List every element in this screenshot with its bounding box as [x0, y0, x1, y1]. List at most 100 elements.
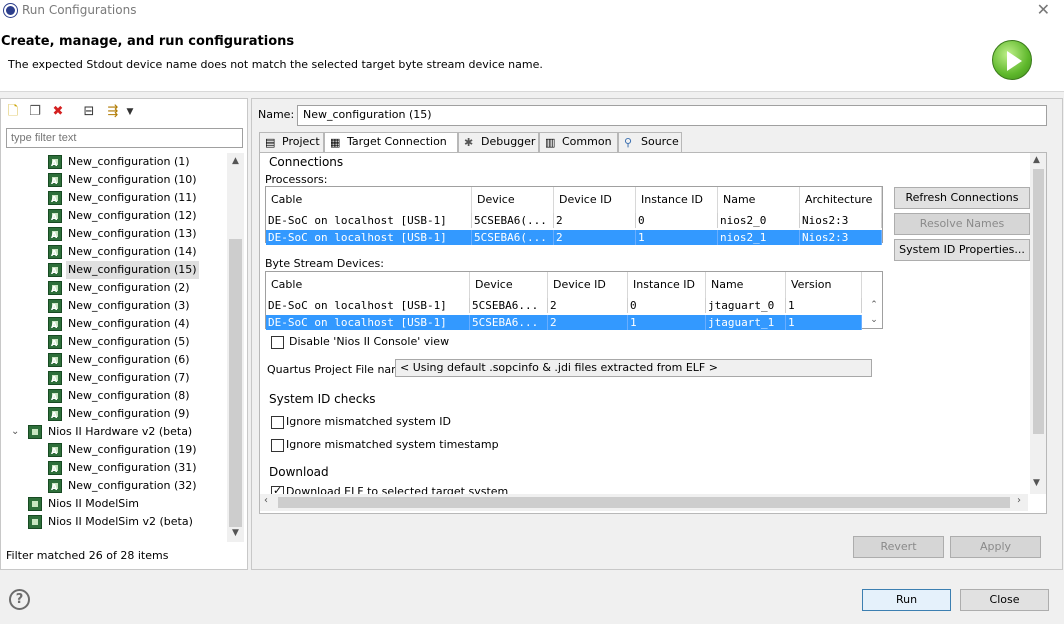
launch-config-icon: [48, 461, 62, 475]
scroll-up-icon[interactable]: ▲: [227, 156, 244, 166]
close-button[interactable]: Close: [960, 589, 1049, 611]
tree-item[interactable]: New_configuration (4): [1, 315, 225, 333]
tree-item[interactable]: New_configuration (6): [1, 351, 225, 369]
column-header[interactable]: Name: [718, 187, 800, 213]
column-header[interactable]: Device ID: [554, 187, 636, 213]
tree-item[interactable]: New_configuration (5): [1, 333, 225, 351]
collapse-all-icon[interactable]: ⊟: [80, 103, 98, 121]
refresh-connections-button[interactable]: Refresh Connections: [894, 187, 1030, 209]
tree-item[interactable]: New_configuration (1): [1, 153, 225, 171]
filter-input[interactable]: [6, 128, 243, 148]
tree-item[interactable]: New_configuration (14): [1, 243, 225, 261]
tree-item[interactable]: New_configuration (2): [1, 279, 225, 297]
launch-config-icon: [48, 371, 62, 385]
tree-item-label: New_configuration (13): [68, 227, 197, 240]
tree-category[interactable]: Nios II ModelSim v2 (beta): [1, 513, 225, 531]
tree-item[interactable]: New_configuration (7): [1, 369, 225, 387]
scroll-thumb[interactable]: [229, 239, 242, 527]
system-id-properties-button[interactable]: System ID Properties...: [894, 239, 1030, 261]
tree-item[interactable]: New_configuration (31): [1, 459, 225, 477]
tree-item[interactable]: New_configuration (15): [1, 261, 225, 279]
header-heading: Create, manage, and run configurations: [1, 34, 295, 49]
tree-item[interactable]: New_configuration (3): [1, 297, 225, 315]
table-cell: DE-SoC on localhost [USB-1]: [266, 315, 470, 330]
column-header[interactable]: Instance ID: [636, 187, 718, 213]
column-header[interactable]: Device: [470, 272, 548, 298]
tree-item-label: New_configuration (32): [68, 479, 197, 492]
column-header[interactable]: Cable: [266, 272, 470, 298]
disable-console-checkbox[interactable]: [271, 336, 284, 349]
ignore-timestamp-label: Ignore mismatched system timestamp: [286, 438, 499, 451]
table-row[interactable]: DE-SoC on localhost [USB-1] 5CSEBA6... 2 0 j…: [266, 298, 862, 313]
tree-item[interactable]: New_configuration (8): [1, 387, 225, 405]
tree-item[interactable]: New_configuration (11): [1, 189, 225, 207]
tree-item-label: Nios II ModelSim: [48, 497, 140, 510]
column-header[interactable]: Instance ID: [628, 272, 706, 298]
delete-icon[interactable]: ✖: [49, 103, 67, 121]
new-config-icon[interactable]: 🗋: [4, 103, 22, 121]
tree-scrollbar[interactable]: ▲ ▼: [227, 153, 244, 542]
content-hscrollbar[interactable]: ‹ ›: [260, 494, 1028, 511]
tab-debugger[interactable]: ✱ Debugger: [458, 132, 539, 152]
tab-target-connection[interactable]: ▦ Target Connection: [324, 132, 458, 153]
ignore-sysid-checkbox[interactable]: [271, 416, 284, 429]
table-cell: 2: [548, 315, 628, 330]
tree-item[interactable]: New_configuration (13): [1, 225, 225, 243]
column-header[interactable]: Cable: [266, 187, 472, 213]
run-button[interactable]: Run: [862, 589, 951, 611]
tree-item[interactable]: New_configuration (32): [1, 477, 225, 495]
expand-chevron-icon[interactable]: ⌄: [11, 423, 19, 441]
tree-category[interactable]: Nios II ModelSim: [1, 495, 225, 513]
filter-icon[interactable]: ⇶: [104, 103, 122, 121]
ignore-timestamp-checkbox[interactable]: [271, 439, 284, 452]
table-scrollbar[interactable]: ⌃ ⌄: [866, 298, 882, 328]
table-cell: 5CSEBA6(...: [472, 213, 554, 228]
duplicate-icon[interactable]: ❐: [26, 103, 44, 121]
table-cell: 1: [636, 230, 718, 245]
column-header[interactable]: Device ID: [548, 272, 628, 298]
help-icon[interactable]: ?: [9, 589, 30, 610]
window-close-icon[interactable]: ✕: [1037, 0, 1050, 19]
tree-item[interactable]: New_configuration (9): [1, 405, 225, 423]
tree-item[interactable]: New_configuration (12): [1, 207, 225, 225]
hscroll-thumb[interactable]: [278, 497, 1010, 508]
table-scroll-down-icon[interactable]: ⌄: [866, 313, 882, 328]
table-cell: 2: [554, 230, 636, 245]
scroll-down-icon[interactable]: ▼: [227, 528, 244, 538]
table-row[interactable]: DE-SoC on localhost [USB-1] 5CSEBA6(... 2 1…: [266, 230, 882, 245]
name-field[interactable]: New_configuration (15): [297, 105, 1047, 126]
launch-config-icon: [48, 479, 62, 493]
tab-project[interactable]: ▤ Project: [259, 132, 324, 152]
launch-type-icon: [28, 497, 42, 511]
column-header[interactable]: Name: [706, 272, 786, 298]
content-vscrollbar[interactable]: ▲ ▼: [1030, 153, 1046, 494]
view-menu-chevron-down-icon[interactable]: ▼: [124, 103, 136, 121]
bug-icon: ✱: [464, 136, 474, 149]
table-cell: Nios2:3: [800, 230, 882, 245]
column-header[interactable]: Version: [786, 272, 862, 298]
scroll-left-icon[interactable]: ‹: [264, 495, 268, 506]
apply-button[interactable]: Apply: [950, 536, 1041, 558]
launch-config-icon: [48, 155, 62, 169]
column-header[interactable]: Device: [472, 187, 554, 213]
tree-category[interactable]: ⌄ Nios II Hardware v2 (beta): [1, 423, 225, 441]
eclipse-app-icon: [4, 4, 17, 17]
revert-button[interactable]: Revert: [853, 536, 944, 558]
launch-config-icon: [48, 443, 62, 457]
scroll-right-icon[interactable]: ›: [1017, 495, 1021, 506]
content-scroll-up-icon[interactable]: ▲: [1033, 155, 1040, 165]
resolve-names-button[interactable]: Resolve Names: [894, 213, 1030, 235]
table-scroll-up-icon[interactable]: ⌃: [866, 298, 882, 313]
table-cell: 1: [628, 315, 706, 330]
column-header[interactable]: Architecture: [800, 187, 882, 213]
content-scroll-down-icon[interactable]: ▼: [1033, 478, 1040, 488]
table-row[interactable]: DE-SoC on localhost [USB-1] 5CSEBA6(... 2 0…: [266, 213, 882, 228]
tab-source[interactable]: ⚲ Source: [618, 132, 682, 152]
table-cell: Nios2:3: [800, 213, 882, 228]
content-vscroll-thumb[interactable]: [1033, 169, 1044, 434]
tree-item[interactable]: New_configuration (19): [1, 441, 225, 459]
table-row[interactable]: DE-SoC on localhost [USB-1] 5CSEBA6... 2 1 j…: [266, 315, 862, 330]
tree-item[interactable]: New_configuration (10): [1, 171, 225, 189]
tab-common[interactable]: ▥ Common: [539, 132, 618, 152]
tree-item-label: New_configuration (1): [68, 155, 190, 168]
